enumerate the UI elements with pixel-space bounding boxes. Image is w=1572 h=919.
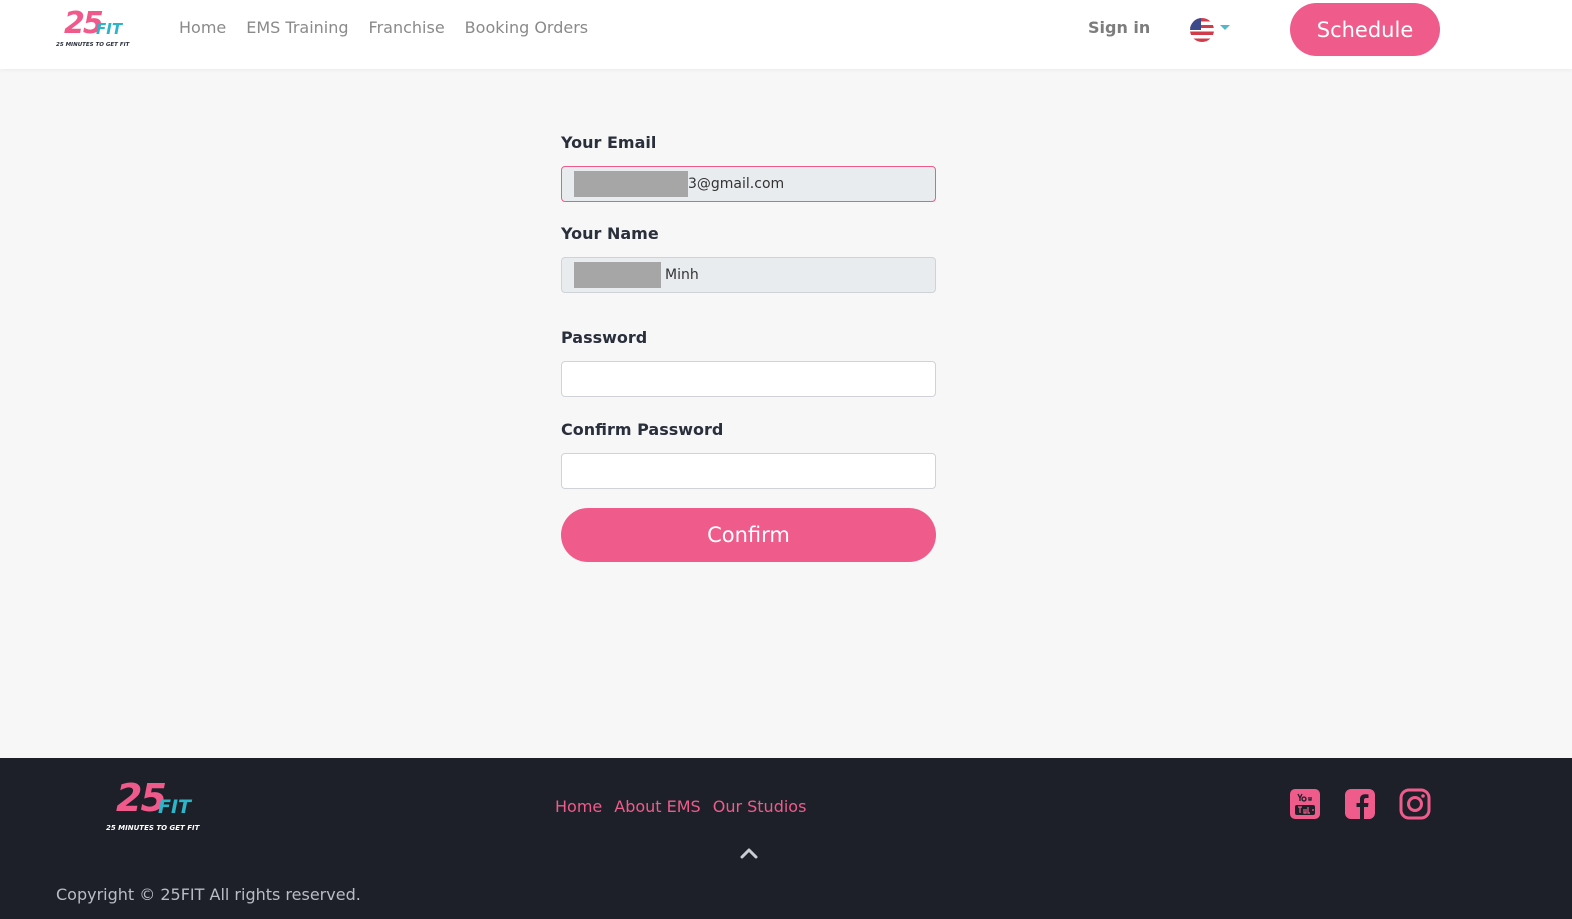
facebook-icon[interactable] — [1344, 788, 1376, 820]
language-selector[interactable] — [1190, 18, 1230, 42]
main-nav: Home EMS Training Franchise Booking Orde… — [179, 17, 588, 39]
password-field[interactable] — [561, 361, 936, 397]
confirm-password-field[interactable] — [561, 453, 936, 489]
email-label: Your Email — [561, 133, 657, 152]
footer-logo[interactable]: 25 FIT 25 MINUTES TO GET FIT — [104, 776, 214, 836]
redacted-block — [574, 171, 688, 197]
logo-tagline: 25 MINUTES TO GET FIT — [56, 42, 130, 48]
footer-link-our-studios[interactable]: Our Studios — [713, 796, 807, 818]
header-logo[interactable]: 25 FIT 25 MINUTES TO GET FIT — [56, 6, 136, 52]
nav-booking-orders[interactable]: Booking Orders — [465, 17, 588, 39]
redacted-block — [574, 262, 661, 288]
name-value: Minh — [665, 267, 699, 283]
caret-down-icon — [1220, 24, 1230, 30]
password-label: Password — [561, 328, 648, 347]
schedule-button[interactable]: Schedule — [1290, 3, 1440, 56]
footer-links: Home About EMS Our Studios — [555, 796, 806, 818]
youtube-icon[interactable] — [1289, 788, 1321, 820]
instagram-icon[interactable] — [1399, 788, 1431, 820]
footer-link-home[interactable]: Home — [555, 796, 602, 818]
email-value: 3@gmail.com — [688, 176, 785, 192]
nav-ems-training[interactable]: EMS Training — [246, 17, 348, 39]
confirm-password-label: Confirm Password — [561, 420, 724, 439]
site-footer: 25 FIT 25 MINUTES TO GET FIT Home About … — [0, 758, 1572, 919]
name-field[interactable]: Minh — [561, 257, 936, 293]
footer-link-about-ems[interactable]: About EMS — [614, 796, 700, 818]
sign-in-link[interactable]: Sign in — [1088, 17, 1150, 39]
copyright-text: Copyright © 25FIT All rights reserved. — [56, 885, 361, 904]
nav-franchise[interactable]: Franchise — [369, 17, 445, 39]
scroll-top-icon[interactable] — [739, 846, 759, 860]
logo-word: FIT — [158, 796, 192, 818]
confirm-button[interactable]: Confirm — [561, 508, 936, 562]
email-field[interactable]: 3@gmail.com — [561, 166, 936, 202]
logo-word: FIT — [96, 20, 123, 38]
name-label: Your Name — [561, 224, 659, 243]
us-flag-icon — [1190, 18, 1214, 42]
logo-tagline: 25 MINUTES TO GET FIT — [106, 824, 200, 832]
site-header: 25 FIT 25 MINUTES TO GET FIT Home EMS Tr… — [0, 0, 1572, 69]
nav-home[interactable]: Home — [179, 17, 226, 39]
